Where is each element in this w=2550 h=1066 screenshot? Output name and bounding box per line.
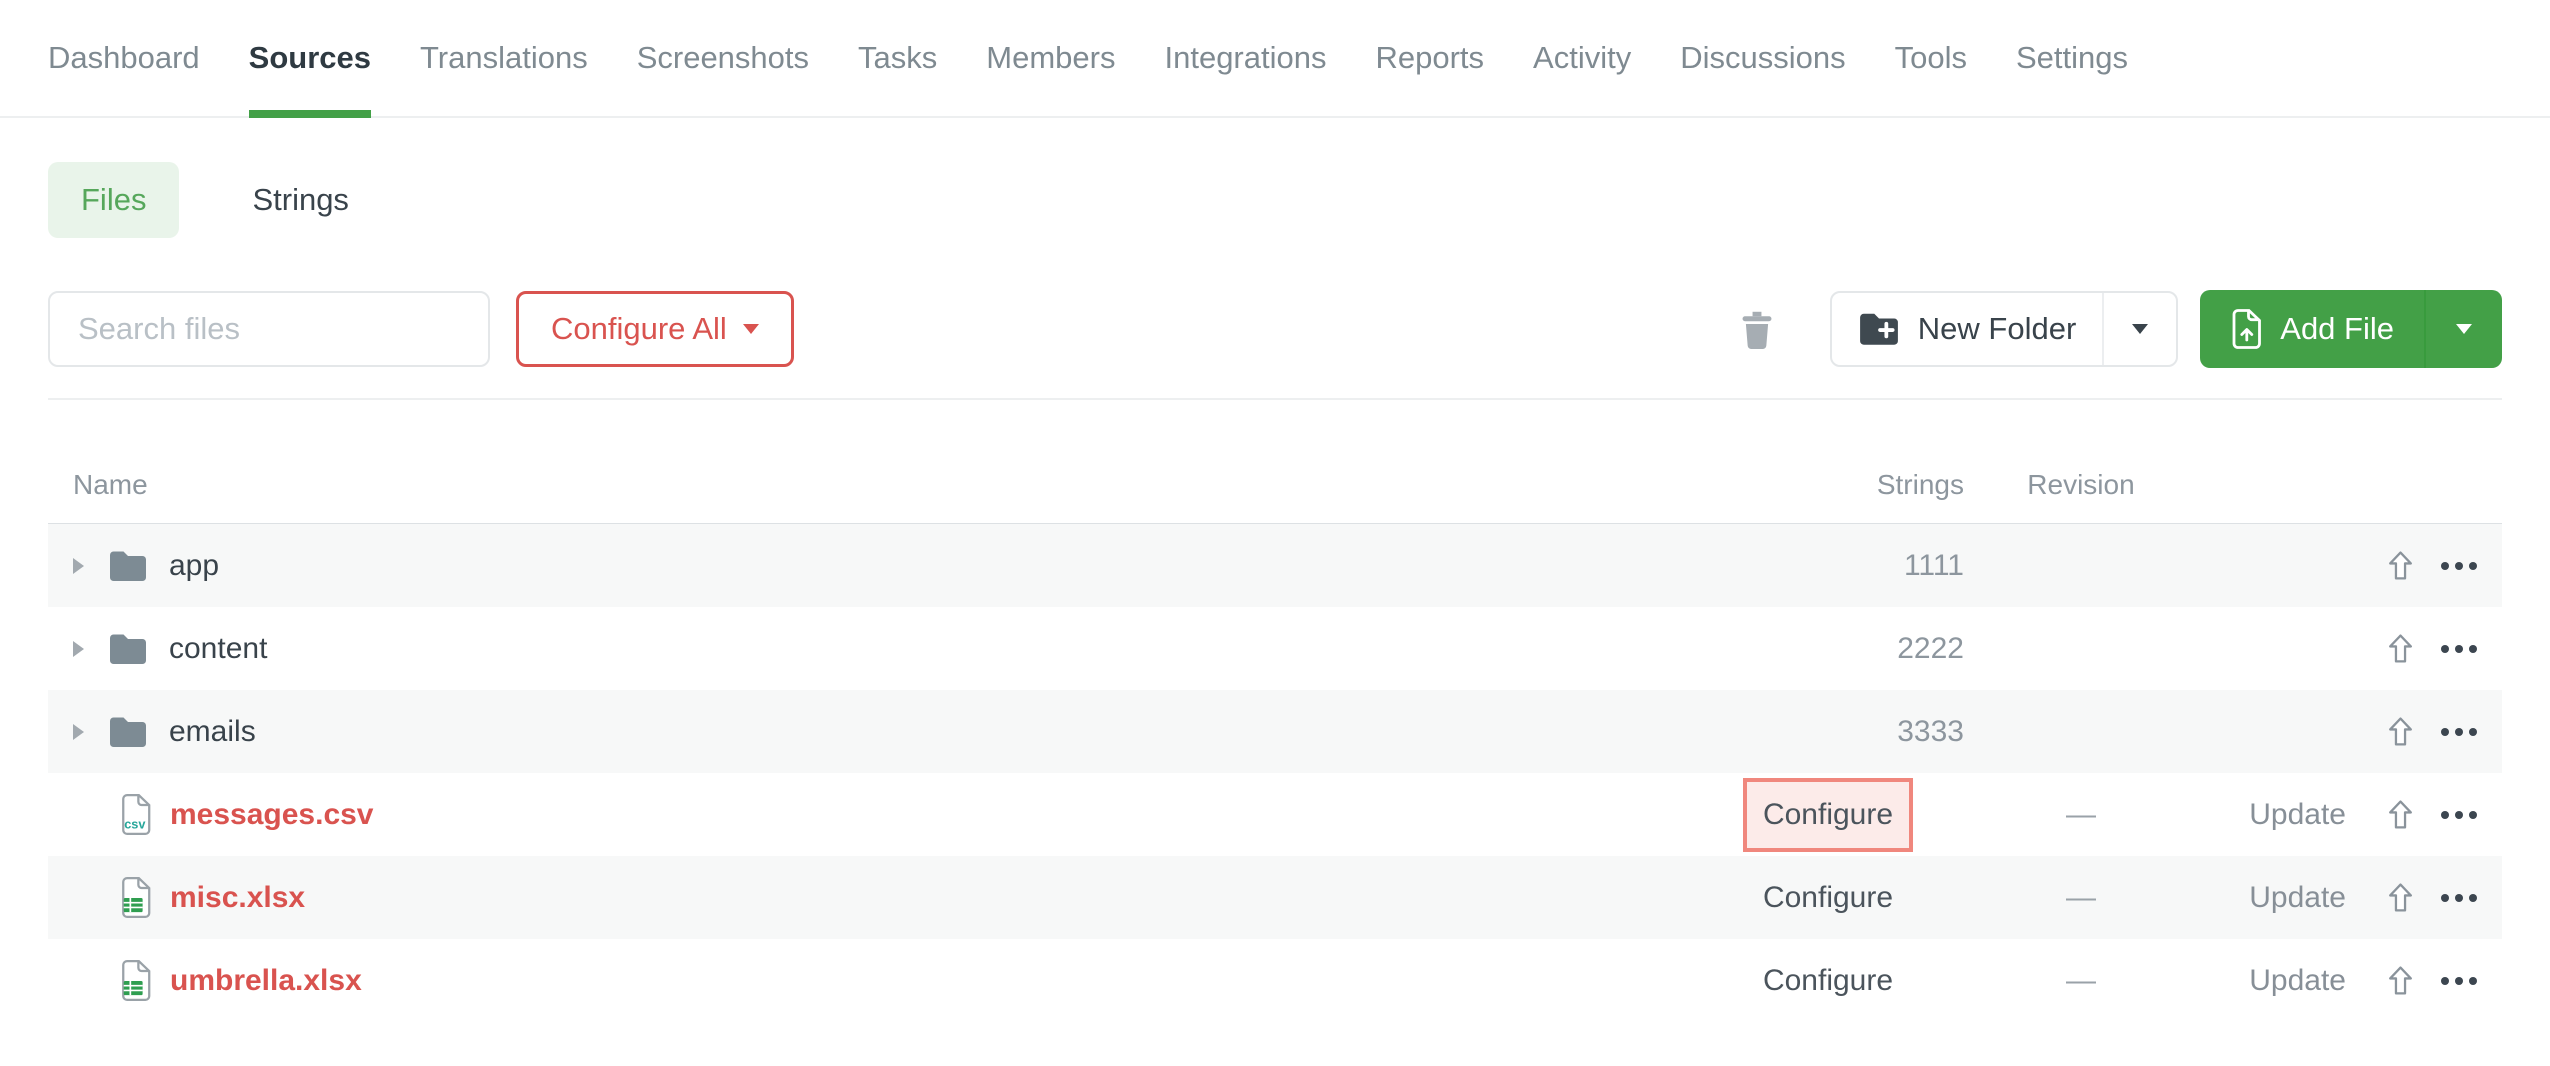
column-header-revision: Revision (1981, 469, 2151, 523)
strings-count: 2222 (1897, 632, 1964, 665)
chevron-down-icon (2456, 324, 2472, 334)
folder-icon (108, 632, 148, 666)
column-header-strings: Strings (1711, 469, 1981, 523)
ellipsis-menu-icon[interactable] (2438, 888, 2480, 908)
upload-icon[interactable] (2387, 882, 2414, 913)
tab-discussions[interactable]: Discussions (1680, 0, 1845, 116)
file-name[interactable]: umbrella.xlsx (170, 964, 362, 998)
tab-files[interactable]: Files (48, 162, 179, 238)
table-row-folder-app[interactable]: app 1111 (48, 524, 2502, 607)
tab-integrations[interactable]: Integrations (1164, 0, 1326, 116)
update-link[interactable]: Update (2249, 881, 2346, 914)
table-row-file-misc-xlsx[interactable]: misc.xlsx Configure — Update (48, 856, 2502, 939)
chevron-down-icon (743, 324, 759, 334)
tab-settings[interactable]: Settings (2016, 0, 2128, 116)
ellipsis-menu-icon[interactable] (2438, 722, 2480, 742)
column-header-spacer (2151, 501, 2356, 523)
column-header-spacer (2416, 501, 2502, 523)
ellipsis-menu-icon[interactable] (2438, 639, 2480, 659)
column-header-name: Name (48, 469, 1711, 523)
trash-icon (1740, 309, 1774, 349)
upload-icon[interactable] (2387, 965, 2414, 996)
tab-members[interactable]: Members (986, 0, 1115, 116)
expand-caret-icon[interactable] (73, 724, 84, 740)
add-file-split-button: Add File (2200, 290, 2502, 368)
svg-text:csv: csv (124, 817, 146, 832)
expand-caret-icon[interactable] (73, 558, 84, 574)
delete-button[interactable] (1740, 309, 1774, 349)
new-folder-split-button: New Folder (1830, 291, 2179, 367)
folder-name[interactable]: content (169, 632, 267, 666)
folder-icon (108, 549, 148, 583)
tab-screenshots[interactable]: Screenshots (637, 0, 809, 116)
configure-button[interactable]: Configure (1743, 861, 1913, 935)
strings-count: 3333 (1897, 715, 1964, 748)
revision-value: — (1981, 881, 2151, 915)
files-toolbar: Configure All New Folder (48, 290, 2502, 368)
new-folder-dropdown-button[interactable] (2102, 293, 2176, 365)
tab-strings[interactable]: Strings (219, 162, 381, 238)
table-row-file-messages-csv[interactable]: csv messages.csv Configure — Update (48, 773, 2502, 856)
search-input[interactable] (48, 291, 490, 367)
revision-value: — (1981, 964, 2151, 998)
upload-icon[interactable] (2387, 550, 2414, 581)
tab-tools[interactable]: Tools (1895, 0, 1967, 116)
tab-dashboard[interactable]: Dashboard (48, 0, 200, 116)
file-name[interactable]: messages.csv (170, 798, 374, 832)
revision-value: — (1981, 798, 2151, 832)
new-folder-label: New Folder (1918, 311, 2077, 347)
table-row-folder-emails[interactable]: emails 3333 (48, 690, 2502, 773)
main-nav: Dashboard Sources Translations Screensho… (0, 0, 2550, 118)
chevron-down-icon (2132, 324, 2148, 334)
file-upload-icon (2230, 308, 2264, 350)
folder-name[interactable]: app (169, 549, 219, 583)
new-folder-button[interactable]: New Folder (1832, 293, 2103, 365)
tab-translations[interactable]: Translations (420, 0, 588, 116)
csv-file-icon: csv (119, 792, 153, 837)
configure-button-highlighted[interactable]: Configure (1743, 778, 1913, 852)
update-link[interactable]: Update (2249, 798, 2346, 831)
configure-all-button[interactable]: Configure All (516, 291, 794, 367)
table-header-row: Name Strings Revision (48, 400, 2502, 524)
expand-caret-icon[interactable] (73, 641, 84, 657)
folder-name[interactable]: emails (169, 715, 256, 749)
ellipsis-menu-icon[interactable] (2438, 556, 2480, 576)
sources-subtabs: Files Strings (48, 162, 2502, 238)
configure-all-label: Configure All (551, 311, 727, 347)
tab-activity[interactable]: Activity (1533, 0, 1631, 116)
project-sources-page: Dashboard Sources Translations Screensho… (0, 0, 2550, 1066)
strings-count: 1111 (1904, 549, 1964, 582)
xlsx-file-icon (119, 958, 153, 1003)
table-row-folder-content[interactable]: content 2222 (48, 607, 2502, 690)
upload-icon[interactable] (2387, 633, 2414, 664)
add-file-dropdown-button[interactable] (2424, 290, 2502, 368)
add-file-button[interactable]: Add File (2200, 290, 2424, 368)
ellipsis-menu-icon[interactable] (2438, 971, 2480, 991)
update-link[interactable]: Update (2249, 964, 2346, 997)
xlsx-file-icon (119, 875, 153, 920)
table-row-file-umbrella-xlsx[interactable]: umbrella.xlsx Configure — Update (48, 939, 2502, 1022)
tab-sources[interactable]: Sources (249, 0, 371, 116)
folder-icon (108, 715, 148, 749)
add-file-label: Add File (2280, 311, 2394, 347)
tab-tasks[interactable]: Tasks (858, 0, 937, 116)
upload-icon[interactable] (2387, 799, 2414, 830)
folder-plus-icon (1858, 311, 1900, 347)
upload-icon[interactable] (2387, 716, 2414, 747)
files-table: Name Strings Revision app 1111 (48, 400, 2502, 1022)
file-name[interactable]: misc.xlsx (170, 881, 305, 915)
configure-button[interactable]: Configure (1743, 944, 1913, 1018)
column-header-spacer (2356, 501, 2416, 523)
ellipsis-menu-icon[interactable] (2438, 805, 2480, 825)
tab-reports[interactable]: Reports (1375, 0, 1484, 116)
